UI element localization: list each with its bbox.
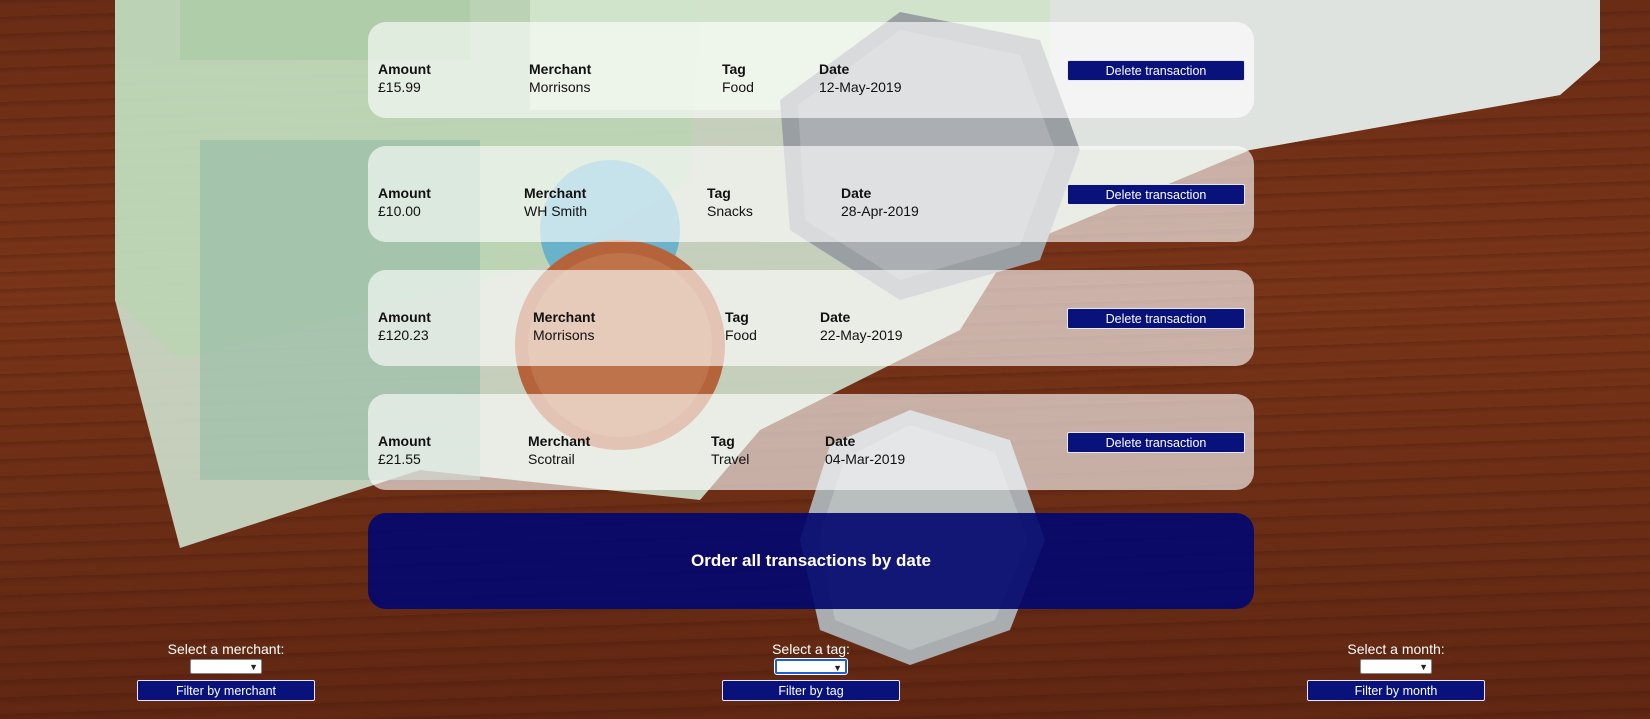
tag-select[interactable]: ▼ — [774, 658, 848, 675]
tag-value: Travel — [711, 451, 750, 467]
merchant-label: Merchant — [528, 433, 591, 449]
merchant-filter-label: Select a merchant: — [167, 641, 285, 657]
tag-label: Tag — [707, 185, 731, 201]
amount-value: £10.00 — [378, 203, 421, 219]
date-value: 22-May-2019 — [820, 327, 903, 343]
date-field: Date 12-May-2019 — [819, 60, 902, 96]
filter-by-merchant-button[interactable]: Filter by merchant — [137, 680, 315, 701]
delete-transaction-button[interactable]: Delete transaction — [1067, 308, 1245, 329]
date-label: Date — [819, 61, 850, 77]
merchant-label: Merchant — [529, 61, 592, 77]
merchant-filter: Select a merchant: ▼ Filter by merchant — [137, 641, 315, 701]
tag-value: Food — [722, 79, 754, 95]
date-field: Date 04-Mar-2019 — [825, 432, 905, 468]
amount-field: Amount £15.99 — [378, 60, 431, 96]
amount-label: Amount — [378, 433, 431, 449]
month-filter: Select a month: ▼ Filter by month — [1307, 641, 1485, 701]
amount-label: Amount — [378, 61, 431, 77]
amount-field: Amount £21.55 — [378, 432, 431, 468]
tag-label: Tag — [722, 61, 746, 77]
tag-value: Snacks — [707, 203, 753, 219]
tag-filter-label: Select a tag: — [772, 641, 850, 657]
merchant-label: Merchant — [533, 309, 596, 325]
tag-field: Tag Snacks — [707, 184, 753, 220]
date-value: 28-Apr-2019 — [841, 203, 919, 219]
merchant-field: Merchant Scotrail — [528, 432, 590, 468]
filter-by-month-button[interactable]: Filter by month — [1307, 680, 1485, 701]
merchant-field: Merchant Morrisons — [529, 60, 591, 96]
date-value: 12-May-2019 — [819, 79, 902, 95]
transaction-card: Amount £21.55 Merchant Scotrail Tag Trav… — [368, 394, 1254, 490]
delete-transaction-button[interactable]: Delete transaction — [1067, 60, 1245, 81]
transaction-card: Amount £15.99 Merchant Morrisons Tag Foo… — [368, 22, 1254, 118]
merchant-value: Morrisons — [533, 327, 595, 343]
filter-by-tag-button[interactable]: Filter by tag — [722, 680, 900, 701]
date-value: 04-Mar-2019 — [825, 451, 906, 467]
merchant-field: Merchant WH Smith — [524, 184, 587, 220]
chevron-down-icon: ▼ — [249, 662, 258, 672]
month-filter-label: Select a month: — [1347, 641, 1445, 657]
amount-value: £15.99 — [378, 79, 421, 95]
amount-value: £120.23 — [378, 327, 429, 343]
merchant-label: Merchant — [524, 185, 587, 201]
amount-label: Amount — [378, 309, 431, 325]
chevron-down-icon: ▼ — [1419, 662, 1428, 672]
amount-value: £21.55 — [378, 451, 421, 467]
transaction-card: Amount £10.00 Merchant WH Smith Tag Snac… — [368, 146, 1254, 242]
order-by-date-button[interactable]: Order all transactions by date — [368, 513, 1254, 609]
delete-transaction-button[interactable]: Delete transaction — [1067, 432, 1245, 453]
merchant-field: Merchant Morrisons — [533, 308, 595, 344]
tag-value: Food — [725, 327, 757, 343]
date-label: Date — [841, 185, 872, 201]
tag-field: Tag Food — [722, 60, 754, 96]
amount-label: Amount — [378, 185, 431, 201]
amount-field: Amount £120.23 — [378, 308, 431, 344]
merchant-value: Scotrail — [528, 451, 575, 467]
tag-filter: Select a tag: ▼ Filter by tag — [722, 641, 900, 701]
transaction-card: Amount £120.23 Merchant Morrisons Tag Fo… — [368, 270, 1254, 366]
merchant-value: Morrisons — [529, 79, 591, 95]
tag-field: Tag Travel — [711, 432, 749, 468]
tag-label: Tag — [725, 309, 749, 325]
amount-field: Amount £10.00 — [378, 184, 431, 220]
date-field: Date 28-Apr-2019 — [841, 184, 919, 220]
date-label: Date — [825, 433, 856, 449]
merchant-value: WH Smith — [524, 203, 587, 219]
date-label: Date — [820, 309, 851, 325]
tag-field: Tag Food — [725, 308, 757, 344]
chevron-down-icon: ▼ — [833, 663, 842, 673]
delete-transaction-button[interactable]: Delete transaction — [1067, 184, 1245, 205]
merchant-select[interactable]: ▼ — [190, 659, 262, 674]
month-select[interactable]: ▼ — [1360, 659, 1432, 674]
tag-label: Tag — [711, 433, 735, 449]
date-field: Date 22-May-2019 — [820, 308, 903, 344]
